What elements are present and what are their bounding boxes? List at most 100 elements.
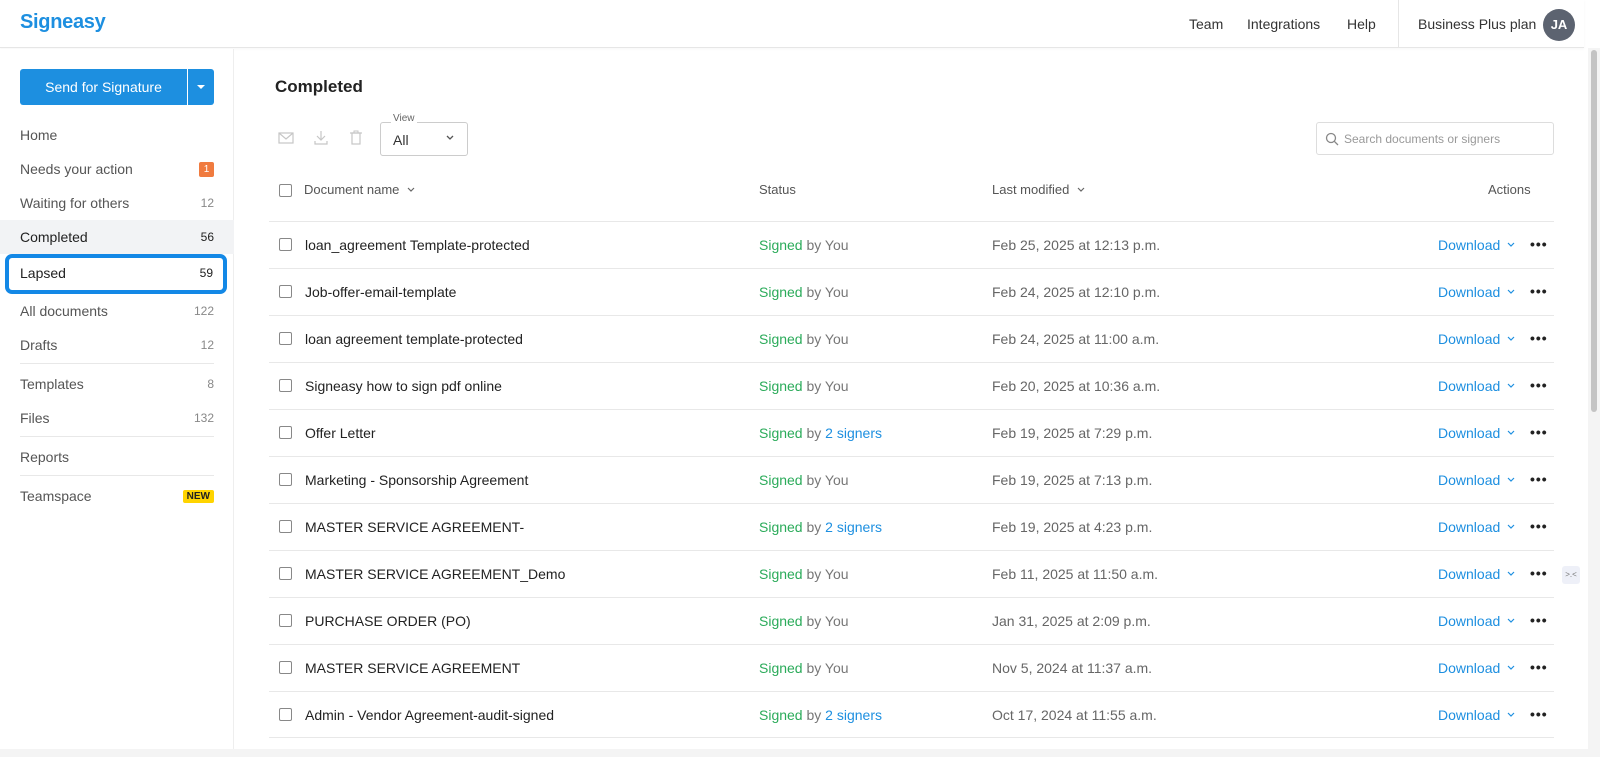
row-checkbox[interactable] <box>279 473 292 486</box>
send-for-signature-button[interactable]: Send for Signature <box>20 69 187 105</box>
nav-integrations[interactable]: Integrations <box>1247 16 1320 32</box>
signer-link[interactable]: 2 signers <box>825 519 882 535</box>
download-button[interactable]: Download <box>1438 425 1500 441</box>
table-row[interactable]: PURCHASE ORDER (PO) Signed by You Jan 31, … <box>269 597 1554 644</box>
document-name[interactable]: loan_agreement Template-protected <box>305 237 530 253</box>
row-checkbox[interactable] <box>279 661 292 674</box>
document-name[interactable]: Marketing - Sponsorship Agreement <box>305 472 528 488</box>
nav-help[interactable]: Help <box>1347 16 1376 32</box>
plan-label[interactable]: Business Plus plan <box>1418 16 1536 32</box>
signeasy-logo[interactable]: Signeasy <box>20 11 106 34</box>
download-button[interactable]: Download <box>1438 237 1500 253</box>
row-checkbox[interactable] <box>279 520 292 533</box>
trash-icon[interactable] <box>347 129 365 147</box>
more-options-icon[interactable]: ••• <box>1530 706 1548 722</box>
document-name[interactable]: Signeasy how to sign pdf online <box>305 378 502 394</box>
table-row[interactable]: loan_agreement Template-protected Signed … <box>269 221 1554 268</box>
more-options-icon[interactable]: ••• <box>1530 565 1548 581</box>
more-options-icon[interactable]: ••• <box>1530 471 1548 487</box>
document-name[interactable]: MASTER SERVICE AGREEMENT <box>305 660 520 676</box>
more-options-icon[interactable]: ••• <box>1530 612 1548 628</box>
table-row[interactable]: loan agreement template-protected Signed … <box>269 315 1554 362</box>
download-button[interactable]: Download <box>1438 566 1500 582</box>
more-options-icon[interactable]: ••• <box>1530 377 1548 393</box>
sidebar-item-all-documents[interactable]: All documents 122 <box>0 294 234 328</box>
sidebar-item-completed[interactable]: Completed 56 <box>0 220 234 254</box>
sidebar-item-waiting[interactable]: Waiting for others 12 <box>0 186 234 220</box>
row-checkbox[interactable] <box>279 379 292 392</box>
download-button[interactable]: Download <box>1438 331 1500 347</box>
signer-link[interactable]: 2 signers <box>825 707 882 723</box>
sidebar-item-drafts[interactable]: Drafts 12 <box>0 328 234 362</box>
row-checkbox[interactable] <box>279 285 292 298</box>
table-row[interactable]: Job-offer-email-template Signed by You Feb… <box>269 268 1554 315</box>
chat-widget-icon[interactable]: >.< <box>1562 566 1580 584</box>
download-button[interactable]: Download <box>1438 284 1500 300</box>
chevron-down-icon[interactable] <box>1506 664 1516 672</box>
row-checkbox[interactable] <box>279 332 292 345</box>
download-button[interactable]: Download <box>1438 378 1500 394</box>
chevron-down-icon[interactable] <box>1506 335 1516 343</box>
download-button[interactable]: Download <box>1438 613 1500 629</box>
sidebar-item-lapsed[interactable]: Lapsed 59 <box>5 254 227 294</box>
document-name[interactable]: MASTER SERVICE AGREEMENT_Demo <box>305 566 565 582</box>
scroll-thumb[interactable] <box>1591 50 1597 412</box>
sidebar-item-home[interactable]: Home <box>0 118 234 152</box>
signer-link[interactable]: 2 signers <box>825 425 882 441</box>
horizontal-scrollbar[interactable] <box>0 749 1600 757</box>
chevron-down-icon[interactable] <box>1506 617 1516 625</box>
sidebar-item-files[interactable]: Files 132 <box>0 401 234 435</box>
column-header-last-modified[interactable]: Last modified <box>992 182 1086 197</box>
chevron-down-icon[interactable] <box>1506 570 1516 578</box>
table-row[interactable]: Admin - Vendor Agreement-audit-signed Sig… <box>269 691 1554 738</box>
sidebar-item-teamspace[interactable]: Teamspace NEW <box>0 479 234 513</box>
sidebar-item-needs-action[interactable]: Needs your action 1 <box>0 152 234 186</box>
table-row[interactable]: MASTER SERVICE AGREEMENT- Signed by 2 sig… <box>269 503 1554 550</box>
download-button[interactable]: Download <box>1438 660 1500 676</box>
send-options-dropdown-icon[interactable] <box>188 69 214 105</box>
avatar[interactable]: JA <box>1543 9 1575 41</box>
document-name[interactable]: MASTER SERVICE AGREEMENT- <box>305 519 524 535</box>
download-button[interactable]: Download <box>1438 707 1500 723</box>
chevron-down-icon[interactable] <box>1506 241 1516 249</box>
row-checkbox[interactable] <box>279 238 292 251</box>
table-row[interactable]: MASTER SERVICE AGREEMENT_Demo Signed by Y… <box>269 550 1554 597</box>
table-row[interactable]: Marketing - Sponsorship Agreement Signed … <box>269 456 1554 503</box>
sidebar-item-templates[interactable]: Templates 8 <box>0 367 234 401</box>
vertical-scrollbar[interactable] <box>1588 48 1600 749</box>
chevron-down-icon[interactable] <box>1506 711 1516 719</box>
document-name[interactable]: loan agreement template-protected <box>305 331 523 347</box>
chevron-down-icon[interactable] <box>1506 288 1516 296</box>
document-name[interactable]: PURCHASE ORDER (PO) <box>305 613 471 629</box>
document-name[interactable]: Admin - Vendor Agreement-audit-signed <box>305 707 554 723</box>
download-icon[interactable] <box>312 129 330 147</box>
document-name[interactable]: Offer Letter <box>305 425 376 441</box>
more-options-icon[interactable]: ••• <box>1530 659 1548 675</box>
row-checkbox[interactable] <box>279 426 292 439</box>
row-checkbox[interactable] <box>279 567 292 580</box>
email-icon[interactable] <box>277 129 295 147</box>
download-button[interactable]: Download <box>1438 472 1500 488</box>
more-options-icon[interactable]: ••• <box>1530 424 1548 440</box>
more-options-icon[interactable]: ••• <box>1530 518 1548 534</box>
nav-team[interactable]: Team <box>1189 16 1223 32</box>
more-options-icon[interactable]: ••• <box>1530 330 1548 346</box>
column-header-document-name[interactable]: Document name <box>304 182 416 197</box>
select-all-checkbox[interactable] <box>279 184 292 197</box>
chevron-down-icon[interactable] <box>1506 382 1516 390</box>
more-options-icon[interactable]: ••• <box>1530 283 1548 299</box>
sidebar-item-reports[interactable]: Reports <box>0 440 234 474</box>
row-checkbox[interactable] <box>279 614 292 627</box>
table-row[interactable]: Offer Letter Signed by 2 signers Feb 19, 2… <box>269 409 1554 456</box>
row-checkbox[interactable] <box>279 708 292 721</box>
table-row[interactable]: Signeasy how to sign pdf online Signed by… <box>269 362 1554 409</box>
chevron-down-icon[interactable] <box>1506 429 1516 437</box>
table-row[interactable]: MASTER SERVICE AGREEMENT Signed by You Nov… <box>269 644 1554 691</box>
download-button[interactable]: Download <box>1438 519 1500 535</box>
chevron-down-icon[interactable] <box>1506 523 1516 531</box>
more-options-icon[interactable]: ••• <box>1530 236 1548 252</box>
search-input[interactable] <box>1344 129 1549 149</box>
view-filter-select[interactable]: All <box>380 122 468 156</box>
chevron-down-icon[interactable] <box>1506 476 1516 484</box>
document-name[interactable]: Job-offer-email-template <box>305 284 456 300</box>
